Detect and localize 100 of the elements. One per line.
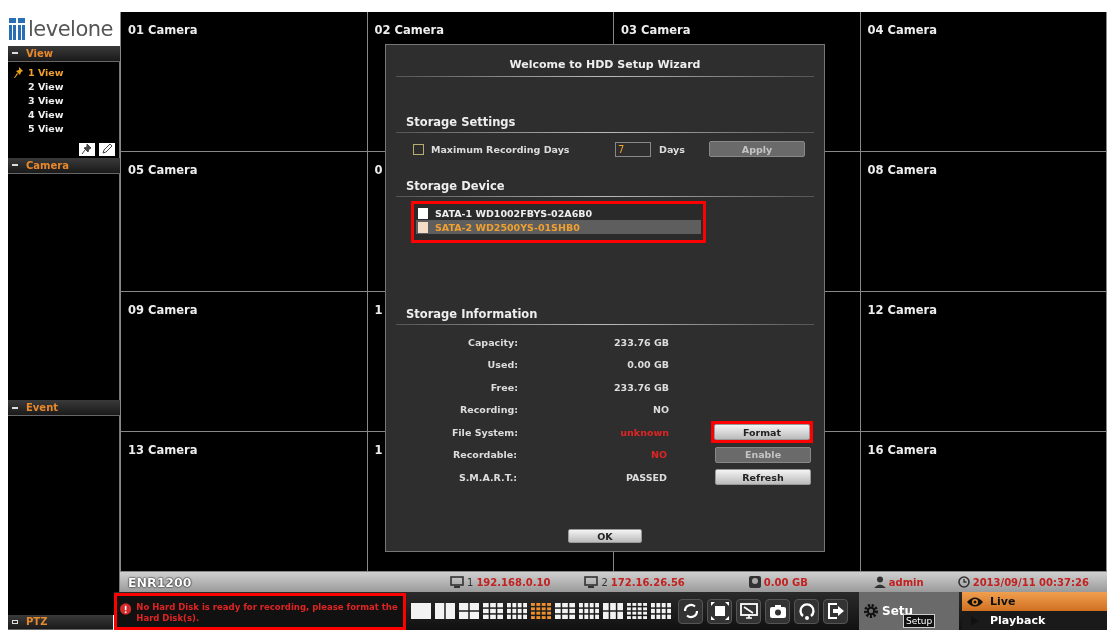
section-heading: Storage Settings (405, 115, 517, 131)
drive-icon (418, 207, 428, 219)
status-value: 0.00 GB (763, 576, 808, 588)
collapse-icon (12, 52, 18, 55)
layout-button[interactable] (555, 603, 576, 619)
status-value: 192.168.0.10 (476, 576, 551, 588)
logo-text: levelone (28, 16, 113, 41)
section-header[interactable]: Event (8, 400, 120, 417)
info-value: unknown (619, 426, 669, 438)
camera-label: 08 Camera (867, 163, 937, 177)
layout-button[interactable] (651, 603, 672, 619)
checkbox[interactable] (413, 143, 424, 155)
info-value: PASSED (624, 471, 667, 483)
camera-tile[interactable]: 13 Camera (121, 432, 368, 572)
collapse-icon (12, 619, 18, 624)
pen-icon[interactable] (99, 142, 115, 156)
camera-button[interactable] (765, 598, 790, 624)
camera-icon (768, 602, 787, 620)
camera-tile[interactable]: 05 Camera (121, 152, 368, 292)
camera-label: 04 Camera (867, 23, 937, 37)
monitor-icon (739, 602, 758, 620)
status-value: 172.16.26.56 (610, 576, 685, 588)
camera-tile[interactable]: 04 Camera (860, 12, 1107, 152)
layout-button[interactable] (459, 603, 480, 619)
layout-button[interactable] (483, 603, 504, 619)
cycle-button[interactable] (678, 598, 703, 624)
camera-tile[interactable]: 01 Camera (121, 12, 368, 152)
status-value: admin (888, 576, 924, 588)
info-value: 233.76 GB (613, 336, 669, 348)
collapse-icon (12, 406, 18, 409)
camera-label: 05 Camera (128, 163, 198, 177)
monitor-number: 2 (601, 576, 608, 588)
cycle-icon (681, 602, 700, 620)
camera-label: 09 Camera (128, 303, 198, 317)
layout-button[interactable] (411, 603, 432, 619)
camera-label: 13 Camera (128, 443, 198, 457)
info-label: File System: (450, 426, 518, 438)
pin-icon[interactable] (79, 142, 95, 156)
camera-tile[interactable]: 16 Camera (860, 432, 1107, 572)
info-value: NO (649, 449, 667, 461)
view-item[interactable]: 4 View (14, 107, 119, 122)
loop-icon (797, 602, 816, 620)
monitor-icon (584, 576, 599, 588)
days-unit: Days (659, 143, 686, 155)
exit-icon (826, 602, 845, 620)
layout-button[interactable] (627, 603, 648, 619)
collapse-icon (12, 164, 18, 167)
monitor-button[interactable] (736, 598, 761, 624)
layout-button[interactable] (507, 603, 528, 619)
layout-button[interactable] (603, 603, 624, 619)
status-value: 2013/09/11 00:37:26 (972, 576, 1089, 588)
camera-tile[interactable]: 08 Camera (860, 152, 1107, 292)
layout-button[interactable] (579, 603, 600, 619)
view-item[interactable]: 5 View (14, 121, 119, 136)
eye-icon (966, 595, 984, 608)
camera-label: 1 (374, 303, 383, 317)
error-text: No Hard Disk is ready for recording, please format the Hard Disk(s). (136, 601, 399, 624)
monitor-number: 1 (467, 576, 474, 588)
pin-icon (14, 67, 24, 79)
device-item[interactable]: SATA-1 WD1002FBYS-02A6B0 (416, 206, 701, 220)
view-item[interactable]: 3 View (14, 93, 119, 108)
gear-icon (863, 603, 879, 619)
drive-icon (418, 221, 428, 233)
info-label: Recording: (458, 404, 518, 416)
checkbox-label: Maximum Recording Days (431, 143, 570, 155)
camera-label: 01 Camera (128, 23, 198, 37)
user-icon (873, 576, 886, 588)
section-heading: Storage Device (405, 179, 506, 195)
fullscreen-button[interactable] (707, 598, 732, 624)
camera-label: 03 Camera (621, 23, 691, 37)
camera-tile[interactable]: 12 Camera (860, 292, 1107, 432)
camera-label: 1 (374, 443, 383, 457)
camera-label: 02 Camera (374, 23, 444, 37)
camera-label: 12 Camera (867, 303, 937, 317)
monitor-icon (450, 576, 464, 588)
info-label: Free: (489, 381, 518, 393)
info-label: Used: (486, 359, 518, 371)
layout-button[interactable] (435, 603, 456, 619)
fullscreen-icon (710, 602, 729, 620)
tooltip: Setup (903, 614, 936, 628)
section-heading: Storage Information (405, 307, 539, 323)
camera-tile[interactable]: 09 Camera (121, 292, 368, 432)
error-icon (120, 601, 132, 616)
dialog-title: Welcome to HDD Setup Wizard (508, 58, 702, 73)
days-input[interactable]: 7 (615, 141, 651, 157)
ok-button[interactable]: OK (568, 529, 642, 543)
layout-button[interactable] (531, 603, 552, 619)
info-value: 233.76 GB (613, 381, 669, 393)
view-item[interactable]: 2 View (14, 79, 119, 94)
view-item[interactable]: 1 View (14, 65, 119, 80)
action-button[interactable]: Refresh (715, 469, 811, 486)
device-model: ENR1200 (128, 574, 193, 590)
camera-label: 16 Camera (867, 443, 937, 457)
loop-button[interactable] (794, 598, 819, 624)
mode-tab[interactable]: Live (962, 592, 1107, 611)
info-label: Recordable: (452, 449, 518, 461)
exit-button[interactable] (823, 598, 848, 624)
info-value: NO (651, 404, 669, 416)
action-button[interactable]: Format (714, 424, 810, 441)
info-label: Capacity: (467, 336, 518, 348)
